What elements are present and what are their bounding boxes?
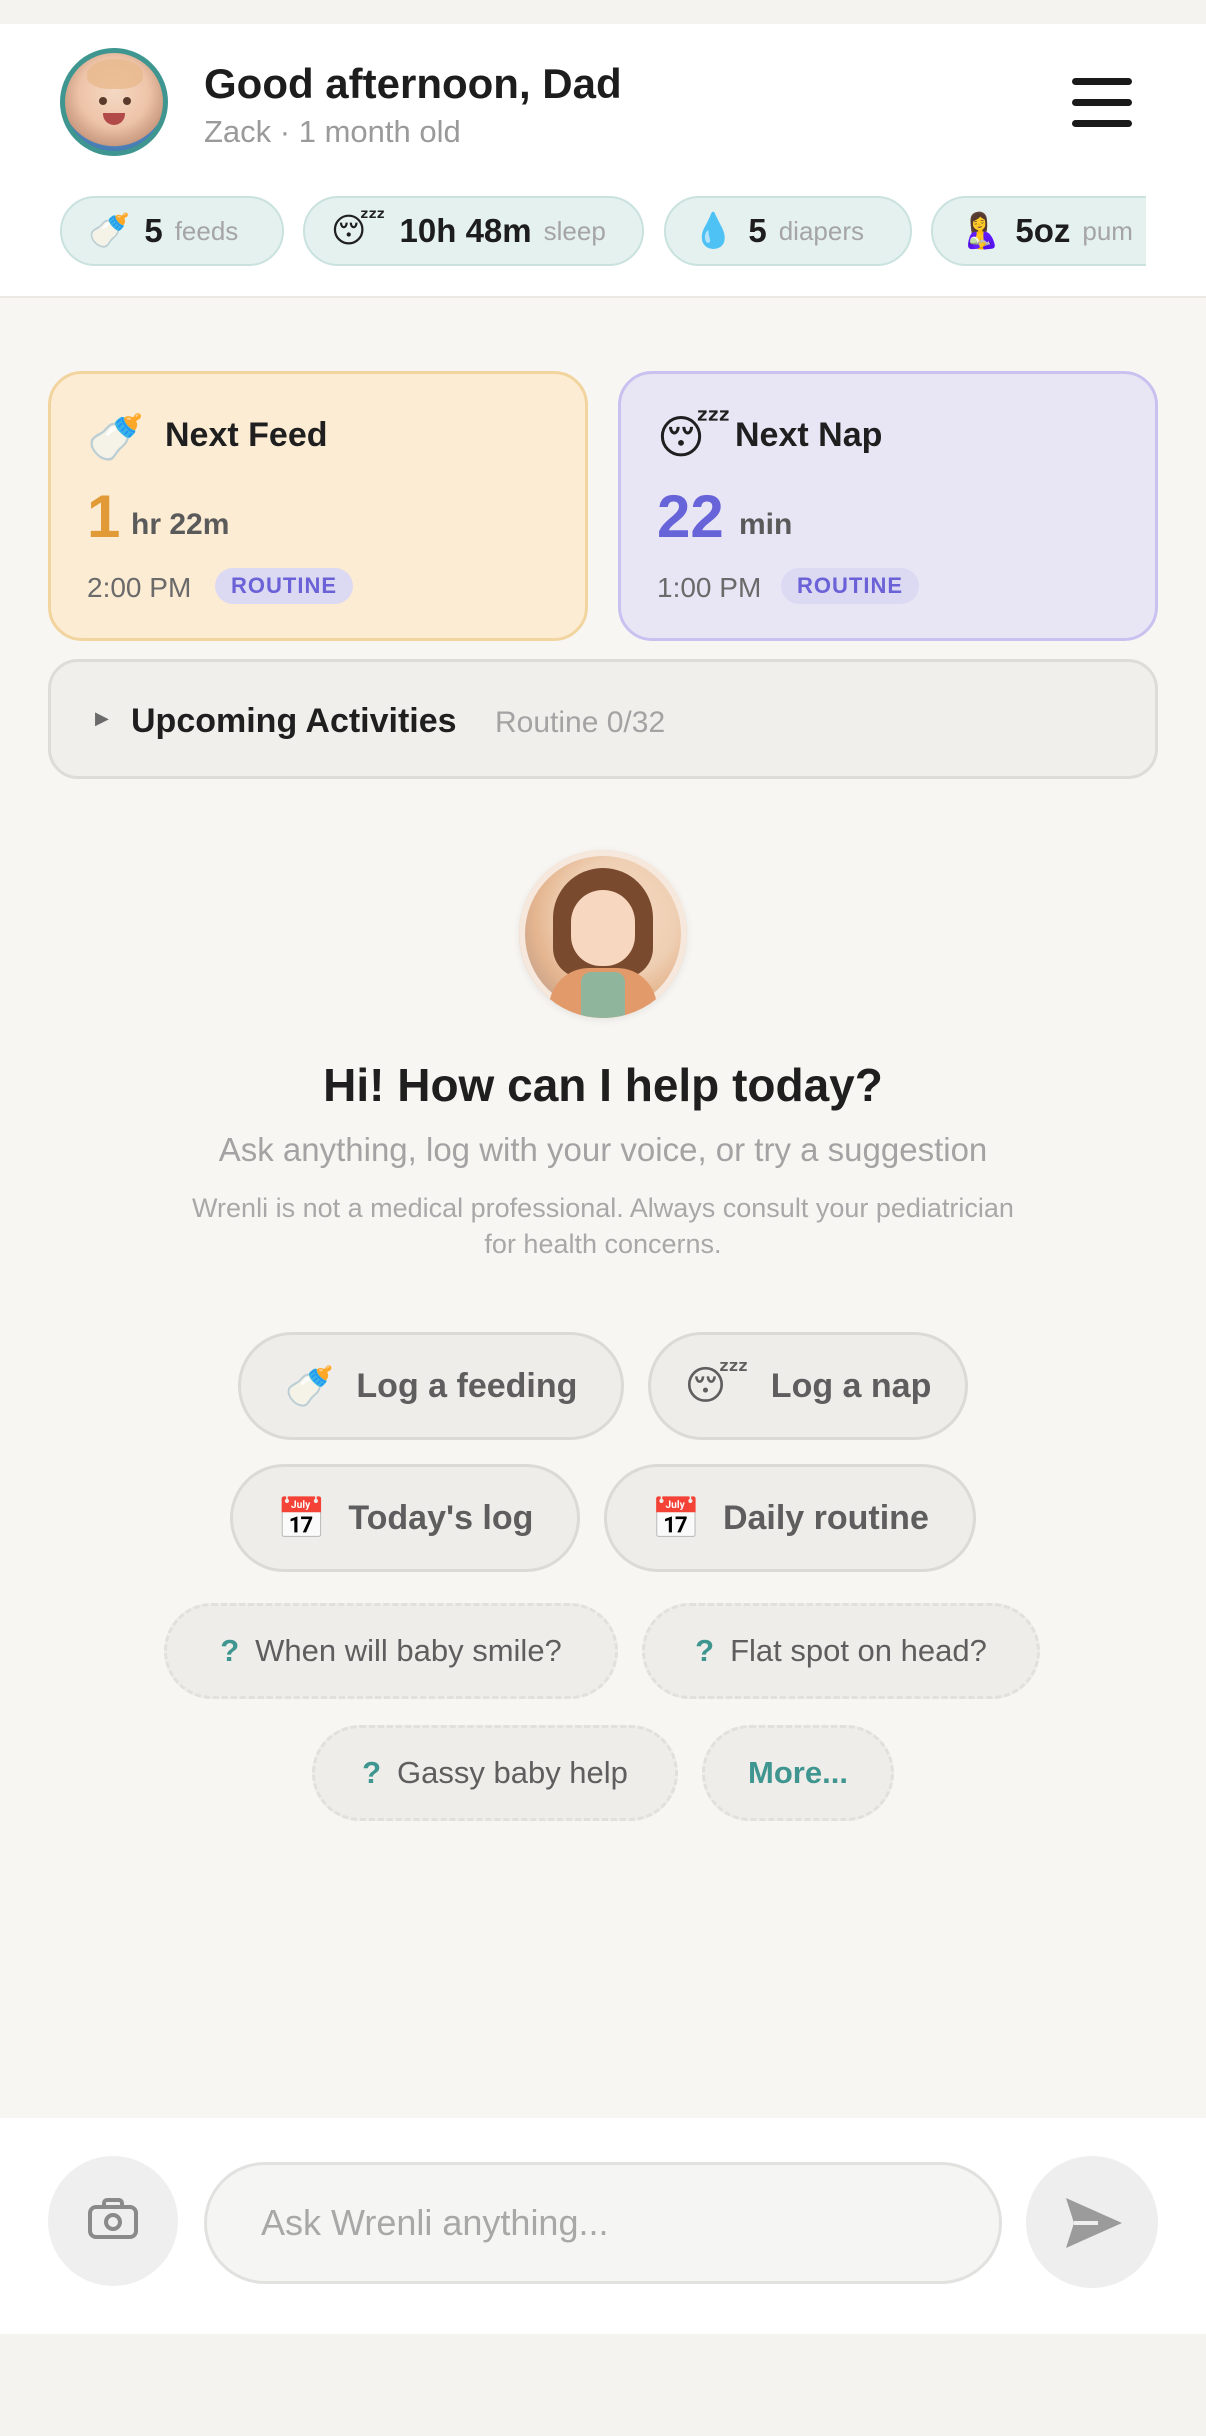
- routine-badge: ROUTINE: [215, 568, 353, 604]
- disclosure-triangle-icon: ▶: [95, 708, 109, 728]
- stat-feeds[interactable]: 🍼 5 feeds: [60, 196, 284, 266]
- ask-input[interactable]: [204, 2162, 1002, 2284]
- routine-progress: Routine 0/32: [495, 706, 666, 739]
- countdown-unit: min: [739, 508, 793, 541]
- stat-label: pum: [1082, 215, 1133, 246]
- greeting-title: Good afternoon, Dad: [204, 60, 622, 107]
- avatar-hair: [87, 59, 143, 89]
- stat-pumped[interactable]: 🤱 5oz pum: [931, 196, 1146, 266]
- button-label: Log a nap: [770, 1366, 932, 1405]
- routine-badge: ROUTINE: [781, 568, 919, 604]
- suggestion-gassy-baby[interactable]: ? Gassy baby help: [312, 1725, 678, 1821]
- suggestion-label: When will baby smile?: [255, 1633, 562, 1668]
- composer-bar: [0, 2118, 1206, 2334]
- avatar-eye: [123, 97, 131, 105]
- calendar-icon: 📅: [276, 1495, 327, 1542]
- stat-label: diapers: [778, 215, 864, 246]
- scheduled-time: 2:00 PM: [87, 572, 192, 603]
- suggestion-label: Gassy baby help: [397, 1755, 628, 1790]
- suggestion-flat-spot[interactable]: ? Flat spot on head?: [642, 1603, 1040, 1699]
- stat-value: 5oz: [1015, 212, 1071, 249]
- menu-line: [1072, 78, 1132, 85]
- send-button[interactable]: [1026, 2156, 1158, 2288]
- log-feeding-button[interactable]: 🍼 Log a feeding: [238, 1332, 624, 1440]
- todays-log-button[interactable]: 📅 Today's log: [230, 1464, 580, 1572]
- more-suggestions-button[interactable]: More...: [702, 1725, 894, 1821]
- countdown-value: 22: [657, 483, 724, 550]
- stat-value: 5: [144, 212, 163, 249]
- question-mark-icon: ?: [220, 1633, 240, 1668]
- baby-bottle-icon: 🍼: [88, 211, 131, 251]
- suggestion-baby-smile[interactable]: ? When will baby smile?: [164, 1603, 618, 1699]
- baby-bottle-icon: 🍼: [284, 1363, 335, 1410]
- avatar-mouth: [103, 113, 125, 125]
- button-label: Today's log: [348, 1498, 534, 1537]
- next-feed-card[interactable]: 🍼 Next Feed 1 hr 22m 2:00 PM ROUTINE: [48, 371, 588, 641]
- card-title: Next Feed: [165, 416, 328, 454]
- stat-sleep[interactable]: 😴 10h 48m sleep: [303, 196, 644, 266]
- card-title: Next Nap: [735, 416, 883, 454]
- breastfeeding-icon: 🤱: [959, 211, 1002, 251]
- daily-routine-button[interactable]: 📅 Daily routine: [604, 1464, 976, 1572]
- sleeping-face-icon: 😴: [331, 211, 386, 251]
- baby-avatar[interactable]: [60, 48, 168, 156]
- next-nap-card[interactable]: 😴 Next Nap 22 min 1:00 PM ROUTINE: [618, 371, 1158, 641]
- assistant-avatar: [519, 850, 687, 1018]
- button-label: Log a feeding: [356, 1366, 578, 1405]
- stat-label: sleep: [543, 215, 606, 246]
- sleeping-face-icon: 😴: [684, 1363, 749, 1409]
- scheduled-time: 1:00 PM: [657, 572, 762, 603]
- baby-bottle-icon: 🍼: [87, 410, 145, 464]
- baby-info: Zack · 1 month old: [204, 114, 461, 149]
- assistant-subtitle: Ask anything, log with your voice, or tr…: [218, 1131, 988, 1168]
- menu-line: [1072, 99, 1132, 106]
- upcoming-activities-toggle[interactable]: ▶ Upcoming Activities Routine 0/32: [48, 659, 1158, 779]
- send-icon: [1066, 2198, 1122, 2248]
- header: Good afternoon, Dad Zack · 1 month old 🍼…: [0, 24, 1206, 298]
- stat-label: feeds: [174, 215, 239, 246]
- camera-icon: [104, 2213, 122, 2231]
- avatar-eye: [99, 97, 107, 105]
- menu-line: [1072, 120, 1132, 127]
- stats-bar: 🍼 5 feeds 😴 10h 48m sleep 💧 5 diapers 🤱 …: [60, 192, 1146, 270]
- suggestion-label: Flat spot on head?: [730, 1633, 987, 1668]
- upcoming-title: Upcoming Activities: [131, 702, 457, 740]
- home-indicator-area: [0, 2334, 1206, 2436]
- hamburger-menu-icon[interactable]: [1070, 76, 1134, 130]
- stat-value: 5: [748, 212, 767, 249]
- assistant-title: Hi! How can I help today?: [323, 1059, 883, 1111]
- status-bar-area: [0, 0, 1206, 24]
- button-label: Daily routine: [722, 1498, 929, 1537]
- countdown-unit: hr 22m: [131, 508, 230, 541]
- sleeping-face-icon: 😴: [657, 410, 731, 464]
- countdown-value: 1: [87, 483, 121, 550]
- log-nap-button[interactable]: 😴 Log a nap: [648, 1332, 968, 1440]
- medical-disclaimer: Wrenli is not a medical professional. Al…: [192, 1193, 1014, 1259]
- assistant-shirt: [581, 972, 625, 1018]
- assistant-face: [571, 890, 635, 966]
- calendar-icon: 📅: [651, 1495, 701, 1542]
- stat-value: 10h 48m: [399, 212, 532, 249]
- stat-diapers[interactable]: 💧 5 diapers: [664, 196, 912, 266]
- question-mark-icon: ?: [362, 1755, 381, 1790]
- droplet-icon: 💧: [692, 211, 735, 251]
- question-mark-icon: ?: [695, 1633, 715, 1668]
- camera-button[interactable]: [48, 2156, 178, 2286]
